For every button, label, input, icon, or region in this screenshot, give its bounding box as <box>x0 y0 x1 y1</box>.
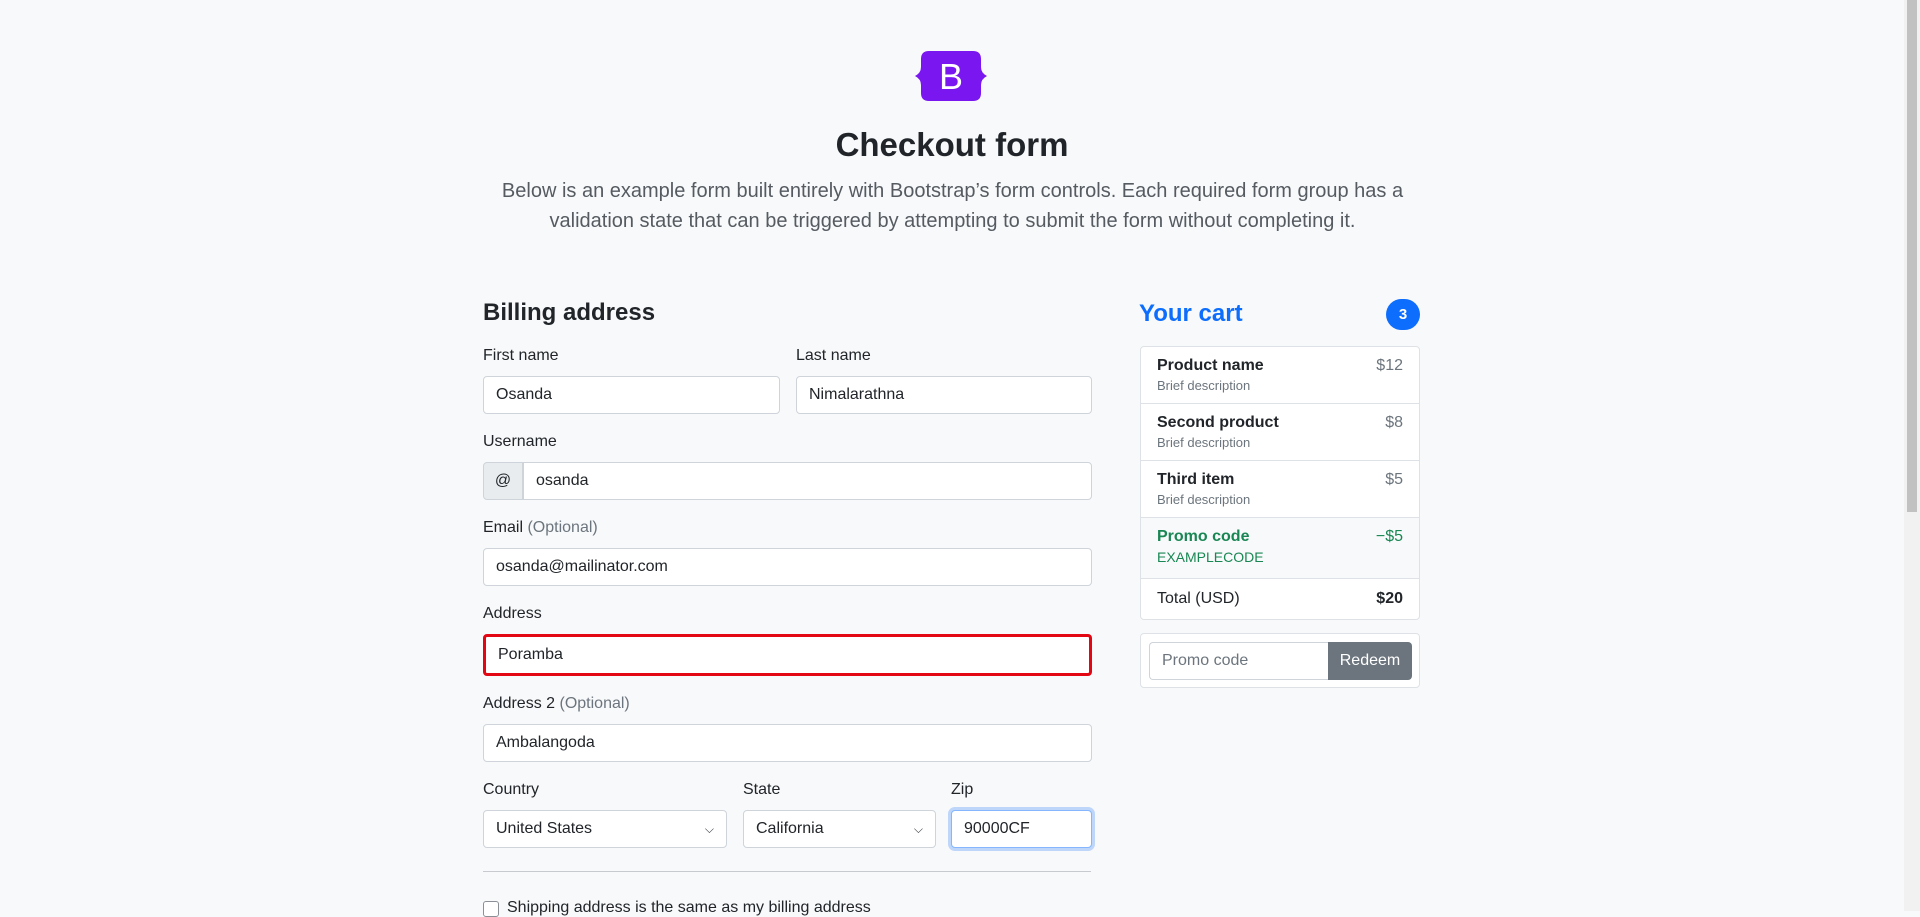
country-label: Country <box>483 781 540 798</box>
page-lead: Below is an example form built entirely … <box>501 180 1404 232</box>
country-select[interactable]: United States ⌵ <box>483 810 727 848</box>
shipping-same-checkbox[interactable] <box>483 901 499 917</box>
bootstrap-logo-icon: B <box>915 51 987 101</box>
state-value: California <box>756 820 824 837</box>
cart-item-price: $8 <box>1385 414 1403 431</box>
username-prefix: @ <box>483 462 523 500</box>
cart-title: Your cart <box>1139 300 1243 327</box>
cart-item: Third item Brief description $5 <box>1141 461 1419 518</box>
promo-form: Redeem <box>1140 633 1420 688</box>
country-value: United States <box>496 820 593 837</box>
address2-optional-text: (Optional) <box>559 695 630 712</box>
cart-item-desc: Brief description <box>1157 435 1251 450</box>
redeem-button[interactable]: Redeem <box>1328 642 1412 680</box>
chevron-down-icon: ⌵ <box>704 821 714 836</box>
page-scrollbar[interactable] <box>1904 0 1920 911</box>
username-label: Username <box>483 433 557 450</box>
cart-count-badge: 3 <box>1386 299 1420 330</box>
cart-item-desc: Brief description <box>1157 492 1251 507</box>
address2-input[interactable] <box>483 724 1092 762</box>
cart-item-name: Third item <box>1157 471 1235 488</box>
last-name-label: Last name <box>796 347 871 364</box>
promo-amount: −$5 <box>1375 528 1403 545</box>
state-label: State <box>743 781 781 798</box>
cart-item: Product name Brief description $12 <box>1141 347 1419 404</box>
email-label: Email (Optional) <box>483 519 598 537</box>
cart-item-desc: Brief description <box>1157 378 1251 393</box>
logo-letter: B <box>939 56 963 97</box>
cart-item-price: $12 <box>1376 357 1403 374</box>
email-optional-text: (Optional) <box>527 519 598 536</box>
zip-input[interactable] <box>951 810 1092 848</box>
address-label: Address <box>483 605 542 622</box>
state-select[interactable]: California ⌵ <box>743 810 936 848</box>
address2-label: Address 2 (Optional) <box>483 695 630 713</box>
cart-list: Product name Brief description $12 Secon… <box>1140 346 1420 620</box>
first-name-input[interactable] <box>483 376 780 414</box>
email-input[interactable] <box>483 548 1092 586</box>
address-input[interactable] <box>483 634 1092 676</box>
scrollbar-thumb[interactable] <box>1907 0 1917 512</box>
total-label: Total (USD) <box>1157 590 1240 607</box>
cart-item: Second product Brief description $8 <box>1141 404 1419 461</box>
promo-name: Promo code <box>1157 528 1250 545</box>
address2-label-text: Address 2 <box>483 695 556 712</box>
cart-item-price: $5 <box>1385 471 1403 488</box>
email-label-text: Email <box>483 519 524 536</box>
zip-label: Zip <box>951 781 974 798</box>
cart-promo-row: Promo code EXAMPLECODE −$5 <box>1141 518 1419 579</box>
last-name-input[interactable] <box>796 376 1092 414</box>
promo-code-input[interactable] <box>1149 642 1328 680</box>
promo-code: EXAMPLECODE <box>1157 549 1264 565</box>
billing-heading: Billing address <box>483 299 656 326</box>
form-divider <box>483 871 1091 872</box>
cart-item-name: Product name <box>1157 357 1264 374</box>
chevron-down-icon: ⌵ <box>913 821 923 836</box>
total-value: $20 <box>1376 590 1403 607</box>
checkout-page: B Checkout form Below is an example form… <box>0 0 1904 917</box>
cart-total-row: Total (USD) $20 <box>1141 579 1419 619</box>
first-name-label: First name <box>483 347 559 364</box>
cart-item-name: Second product <box>1157 414 1279 431</box>
shipping-same-label: Shipping address is the same as my billi… <box>507 899 871 916</box>
username-input[interactable] <box>523 462 1092 500</box>
page-title: Checkout form <box>835 126 1069 163</box>
